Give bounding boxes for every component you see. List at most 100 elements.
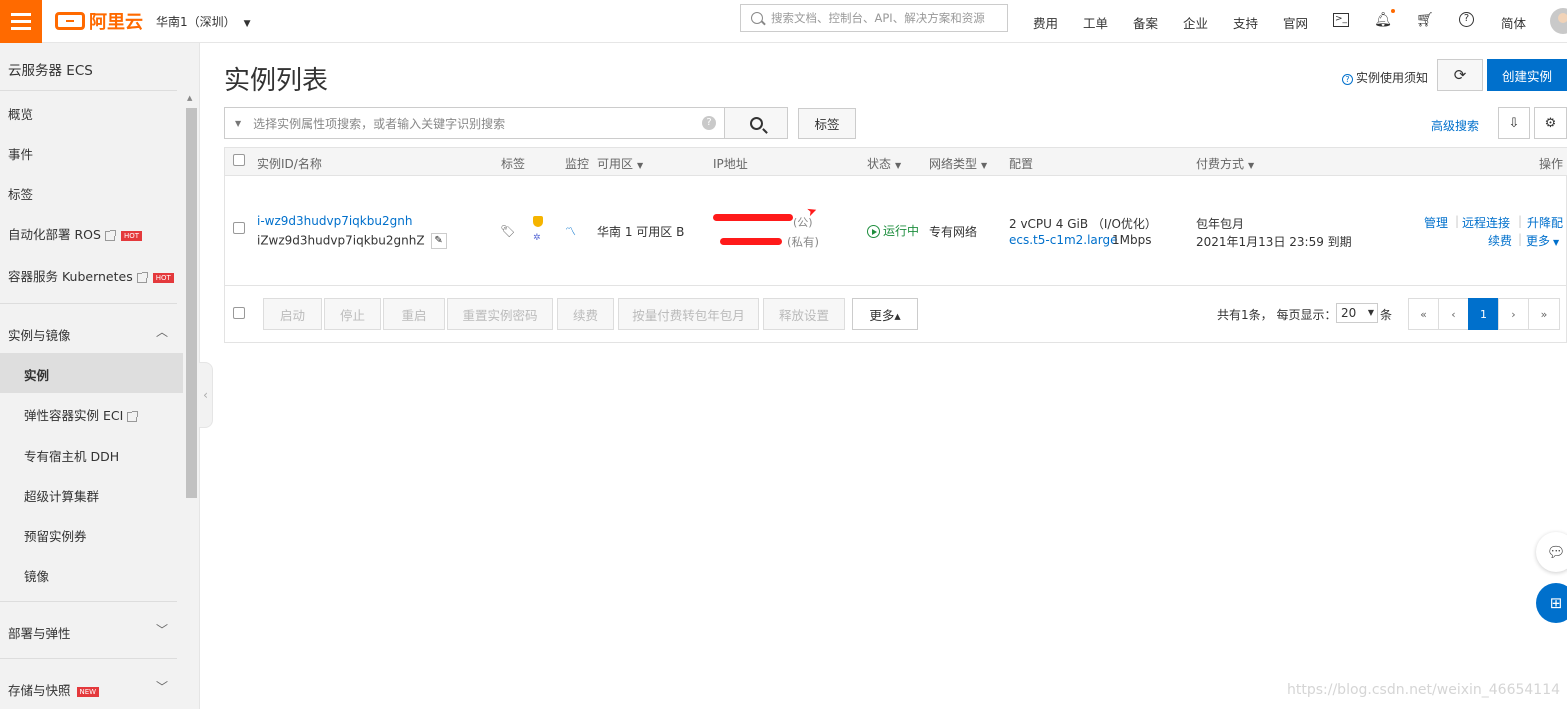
bulk-select-checkbox[interactable] bbox=[233, 307, 245, 319]
more-ops-link[interactable]: 更多 ▼ bbox=[1526, 232, 1559, 249]
help-icon: ? bbox=[1342, 74, 1353, 85]
caret-down-icon: ▼ bbox=[1553, 238, 1560, 247]
sidebar-item-events[interactable]: 事件 bbox=[8, 144, 33, 163]
nav-support[interactable]: 支持 bbox=[1233, 13, 1258, 32]
hot-badge: HOT bbox=[120, 230, 142, 241]
caret-down-icon: ▼ bbox=[1367, 308, 1374, 317]
global-search-input[interactable]: 搜索文档、控制台、API、解决方案和资源 bbox=[740, 4, 1008, 32]
sidebar-item-eci[interactable]: 弹性容器实例 ECI bbox=[24, 405, 139, 424]
region-selector[interactable]: 华南1（深圳） ▼ bbox=[156, 13, 251, 30]
sidebar-group-deploy[interactable]: 部署与弹性 bbox=[8, 623, 71, 642]
instance-type-link[interactable]: ecs.t5-c1m2.large bbox=[1009, 233, 1118, 247]
separator: | bbox=[1518, 232, 1523, 246]
menu-icon[interactable] bbox=[0, 0, 42, 43]
chevron-down-icon[interactable]: ﹀ bbox=[156, 621, 168, 638]
sidebar-collapse-button[interactable]: ‹ bbox=[199, 362, 213, 428]
help-icon[interactable]: ? bbox=[1459, 12, 1474, 27]
status-badge: 运行中 bbox=[867, 222, 919, 239]
export-icon: ⇩ bbox=[1508, 115, 1520, 131]
renew-button[interactable]: 续费 bbox=[557, 298, 614, 330]
advanced-search-link[interactable]: 高级搜索 bbox=[1431, 117, 1479, 134]
create-instance-button[interactable]: 创建实例 bbox=[1487, 59, 1567, 91]
cart-icon[interactable]: 🛒︎ bbox=[1416, 11, 1434, 29]
gear-icon: ⚙ bbox=[1544, 115, 1557, 131]
chevron-left-icon: ‹ bbox=[203, 388, 208, 402]
settings-button[interactable]: ⚙ bbox=[1534, 107, 1567, 139]
col-billing[interactable]: 付费方式 ▼ bbox=[1196, 155, 1254, 172]
caret-down-icon: ▼ bbox=[637, 161, 644, 170]
sidebar-item-overview[interactable]: 概览 bbox=[8, 104, 33, 123]
aliyun-logo[interactable]: 阿里云 bbox=[55, 9, 143, 33]
stop-button[interactable]: 停止 bbox=[324, 298, 381, 330]
remote-connect-link[interactable]: 远程连接 bbox=[1462, 214, 1510, 231]
sidebar-item-supercomputing[interactable]: 超级计算集群 bbox=[24, 486, 99, 505]
sidebar-item-tags[interactable]: 标签 bbox=[8, 184, 33, 203]
edit-icon[interactable]: ✎ bbox=[430, 233, 447, 249]
refresh-button[interactable]: ⟳ bbox=[1437, 59, 1483, 91]
first-page-button[interactable]: « bbox=[1408, 298, 1439, 330]
page-size-select[interactable]: 20 ▼ bbox=[1336, 303, 1378, 323]
renew-link[interactable]: 续费 bbox=[1488, 232, 1512, 249]
upgrade-link[interactable]: 升降配 bbox=[1527, 214, 1563, 231]
filter-search-input[interactable]: ▼ 选择实例属性项搜索，或者输入关键字识别搜索? bbox=[224, 107, 725, 139]
instance-id-link[interactable]: i-wz9d3hudvp7iqkbu2gnh bbox=[257, 214, 412, 228]
sidebar-item-ros[interactable]: 自动化部署 ROS HOT bbox=[8, 224, 142, 243]
tag-filter-button[interactable]: 标签 bbox=[798, 108, 856, 139]
sidebar-item-images[interactable]: 镜像 bbox=[24, 566, 49, 585]
prev-page-button[interactable]: ‹ bbox=[1438, 298, 1469, 330]
col-zone[interactable]: 可用区 ▼ bbox=[597, 155, 643, 172]
sidebar-group-storage[interactable]: 存储与快照 NEW bbox=[8, 680, 100, 699]
scroll-up-icon[interactable]: ▲ bbox=[187, 94, 192, 102]
apps-icon[interactable]: ⊞ bbox=[1536, 583, 1567, 623]
export-button[interactable]: ⇩ bbox=[1498, 107, 1530, 139]
restart-button[interactable]: 重启 bbox=[383, 298, 445, 330]
terminal-icon[interactable]: >_ bbox=[1333, 13, 1349, 27]
search-button[interactable] bbox=[724, 107, 788, 139]
last-page-button[interactable]: » bbox=[1528, 298, 1560, 330]
sidebar-item-kubernetes[interactable]: 容器服务 Kubernetes HOT bbox=[8, 266, 174, 285]
reset-password-button[interactable]: 重置实例密码 bbox=[447, 298, 553, 330]
search-icon bbox=[751, 12, 763, 24]
nav-icp[interactable]: 备案 bbox=[1133, 13, 1158, 32]
chevron-down-icon[interactable]: ﹀ bbox=[156, 678, 168, 695]
avatar[interactable] bbox=[1550, 8, 1567, 34]
select-all-checkbox[interactable] bbox=[233, 154, 245, 166]
bell-icon[interactable]: 🔔︎ bbox=[1374, 11, 1392, 29]
monitor-chart-icon[interactable]: 〽 bbox=[565, 223, 576, 239]
external-link-icon bbox=[136, 271, 148, 283]
row-checkbox[interactable] bbox=[233, 222, 245, 234]
nav-ticket[interactable]: 工单 bbox=[1083, 13, 1108, 32]
release-settings-button[interactable]: 释放设置 bbox=[763, 298, 845, 330]
sidebar-group-instances-images[interactable]: 实例与镜像 bbox=[8, 325, 71, 344]
language-switch[interactable]: 简体 bbox=[1501, 13, 1526, 32]
nav-official-site[interactable]: 官网 bbox=[1283, 13, 1308, 32]
col-network[interactable]: 网络类型 ▼ bbox=[929, 155, 987, 172]
caret-down-icon: ▼ bbox=[1248, 161, 1255, 170]
play-circle-icon bbox=[867, 225, 880, 238]
sidebar-item-label: 弹性容器实例 ECI bbox=[24, 408, 124, 423]
sidebar-scrollbar-thumb[interactable] bbox=[186, 108, 197, 498]
help-icon[interactable]: ? bbox=[702, 116, 716, 130]
manage-link[interactable]: 管理 bbox=[1424, 214, 1448, 231]
chat-icon[interactable]: 💬︎ bbox=[1536, 532, 1567, 572]
sidebar-item-instances[interactable]: 实例 bbox=[24, 365, 49, 384]
instance-notice-link[interactable]: ? 实例使用须知 bbox=[1342, 69, 1428, 86]
sidebar-item-reserved[interactable]: 预留实例券 bbox=[24, 526, 87, 545]
separator: | bbox=[1518, 214, 1523, 228]
cloud-assistant-icon[interactable]: ✲ bbox=[533, 233, 545, 243]
more-button[interactable]: 更多▴ bbox=[852, 298, 918, 330]
search-icon bbox=[749, 116, 763, 130]
tag-icon[interactable]: 🏷︎ bbox=[500, 224, 515, 238]
sidebar-item-ddh[interactable]: 专有宿主机 DDH bbox=[24, 446, 119, 465]
page-number[interactable]: 1 bbox=[1468, 298, 1499, 330]
col-status[interactable]: 状态 ▼ bbox=[867, 155, 901, 172]
chevron-up-icon[interactable]: ︿ bbox=[156, 323, 168, 340]
next-page-button[interactable]: › bbox=[1498, 298, 1529, 330]
external-link-icon bbox=[104, 229, 116, 241]
billing-type: 包年包月 bbox=[1196, 217, 1245, 231]
security-badge-icon[interactable] bbox=[533, 216, 543, 227]
convert-billing-button[interactable]: 按量付费转包年包月 bbox=[618, 298, 759, 330]
nav-enterprise[interactable]: 企业 bbox=[1183, 13, 1208, 32]
nav-billing[interactable]: 费用 bbox=[1033, 13, 1058, 32]
start-button[interactable]: 启动 bbox=[263, 298, 322, 330]
